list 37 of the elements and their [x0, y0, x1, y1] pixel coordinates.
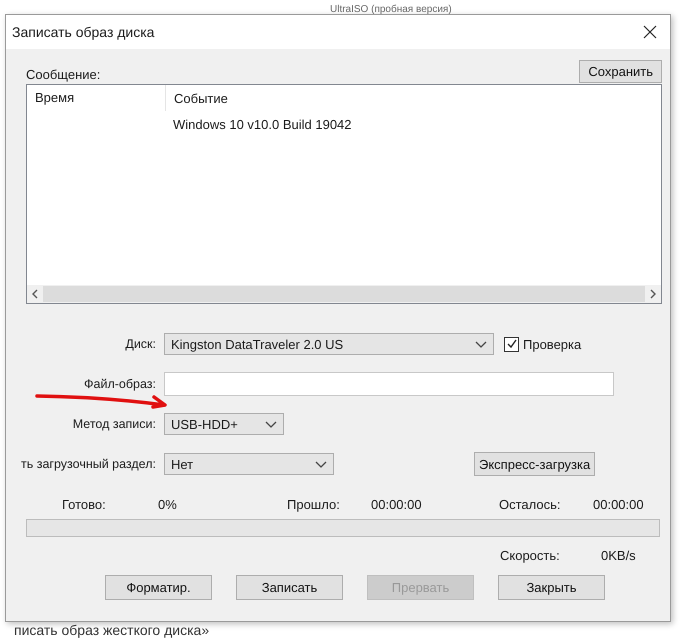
status-label: Осталось:	[499, 496, 562, 512]
action-button[interactable]: Закрыть	[498, 575, 605, 600]
background-text: писать образ жесткого диска»	[14, 622, 210, 638]
close-icon[interactable]	[643, 25, 657, 39]
table-cell-text: Windows 10 v10.0 Build 19042	[172, 116, 352, 132]
status-value: 00:00:00	[593, 496, 645, 512]
message-label: Сообщение:	[26, 67, 100, 82]
status-label: Готово:	[62, 496, 107, 512]
column-header[interactable]: Событие	[166, 90, 228, 106]
caret-icon	[265, 420, 277, 428]
checkbox-label[interactable]: Проверка	[523, 336, 582, 352]
dropdown[interactable]: Kingston DataTraveler 2.0 US	[164, 333, 494, 355]
express-button[interactable]: Экспресс-загрузка	[474, 452, 596, 476]
column-header[interactable]: Время	[27, 85, 166, 111]
checkbox[interactable]	[504, 336, 519, 352]
caret-icon	[475, 340, 487, 348]
field-label: Метод записи:	[72, 417, 156, 431]
speed-value: 0KB/s	[601, 548, 637, 562]
status-label: Прошло:	[287, 496, 341, 512]
horizontal-scrollbar[interactable]	[27, 285, 661, 303]
status-value: 0%	[158, 496, 178, 512]
save-button[interactable]: Сохранить	[579, 60, 662, 83]
action-button[interactable]: Записать	[236, 575, 343, 600]
input-field[interactable]	[164, 372, 614, 396]
field-label: Файл-образ:	[83, 377, 156, 391]
field-label: Диск:	[124, 337, 156, 351]
scroll-right-icon	[649, 289, 657, 299]
scroll-left-icon	[31, 289, 39, 299]
background-text: UltraISO (пробная версия)	[330, 4, 452, 16]
speed-label: Скорость:	[500, 548, 561, 562]
dropdown[interactable]: USB-HDD+	[164, 413, 284, 435]
dropdown[interactable]: Нет	[164, 453, 334, 475]
field-label: ть загрузочный раздел:	[20, 457, 156, 471]
status-value: 00:00:00	[371, 496, 423, 512]
window-title: Записать образ диска	[12, 24, 154, 40]
action-button[interactable]: Форматир.	[105, 575, 212, 600]
caret-icon	[315, 460, 327, 468]
